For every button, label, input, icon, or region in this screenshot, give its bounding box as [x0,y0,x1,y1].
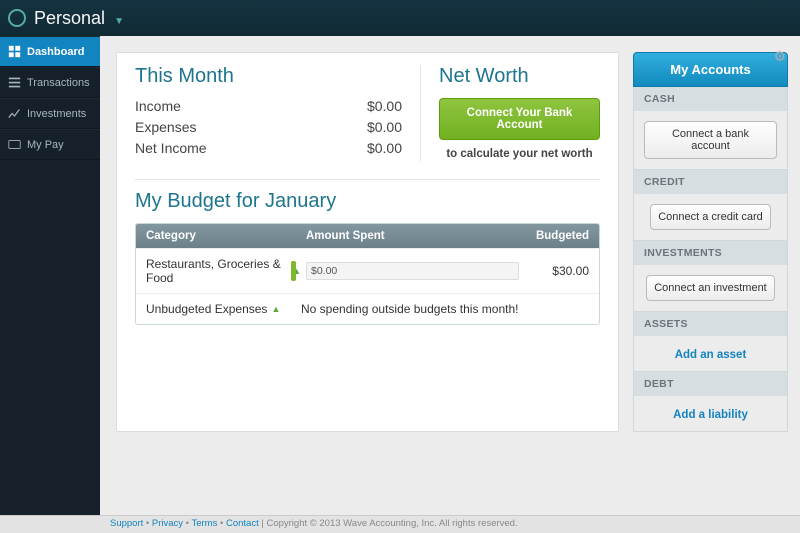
transactions-icon [8,76,21,89]
section-label: ASSETS [634,312,787,336]
gear-icon[interactable]: ⚙ [773,48,786,65]
net-worth-title: Net Worth [439,65,600,88]
unbudgeted-msg: No spending outside budgets this month! [301,302,519,316]
footer-link-support[interactable]: Support [110,518,143,529]
sidebar-item-dashboard[interactable]: Dashboard [0,36,100,67]
budget-table: Category Amount Spent Budgeted Restauran… [135,223,600,325]
dashboard-icon [8,45,21,58]
budget-header: Category Amount Spent Budgeted [136,224,599,248]
budgeted-value: $30.00 [519,264,589,278]
sidebar-item-mypay[interactable]: My Pay [0,129,100,160]
add-asset-link[interactable]: Add an asset [675,349,747,361]
accounts-section-cash: CASH Connect a bank account [633,87,788,170]
connect-credit-card-button[interactable]: Connect a credit card [650,204,771,230]
footer-link-terms[interactable]: Terms [191,518,217,529]
section-label: INVESTMENTS [634,241,787,265]
sidebar-item-label: My Pay [27,139,64,151]
chevron-down-icon: ▼ [114,16,124,27]
sidebar-item-investments[interactable]: Investments [0,98,100,129]
this-month-title: This Month [135,65,402,88]
sidebar-item-label: Transactions [27,77,90,89]
connect-bank-button[interactable]: Connect Your Bank Account [439,98,600,140]
netincome-row: Net Income$0.00 [135,140,402,156]
add-liability-link[interactable]: Add a liability [673,409,748,421]
accounts-title[interactable]: My Accounts [633,52,788,87]
footer: Support • Privacy • Terms • Contact | Co… [0,515,800,533]
sidebar-item-label: Investments [27,108,86,120]
net-worth-subtext: to calculate your net worth [439,148,600,160]
footer-link-contact[interactable]: Contact [226,518,259,529]
main-content: ⚙ This Month Income$0.00 Expenses$0.00 N… [100,36,800,515]
workspace-switcher[interactable]: Personal ▼ [34,8,124,29]
accounts-panel: My Accounts CASH Connect a bank account … [633,52,788,432]
unbudgeted-label: Unbudgeted Expenses [146,302,267,316]
col-category: Category [146,230,306,242]
accounts-section-assets: ASSETS Add an asset [633,312,788,372]
footer-copyright: | Copyright © 2013 Wave Accounting, Inc.… [261,518,517,529]
footer-link-privacy[interactable]: Privacy [152,518,183,529]
col-amount-spent: Amount Spent [306,230,519,242]
expenses-row: Expenses$0.00 [135,119,402,135]
investments-icon [8,107,21,120]
budget-title: My Budget for January [135,190,600,213]
section-label: DEBT [634,372,787,396]
accounts-section-investments: INVESTMENTS Connect an investment [633,241,788,312]
section-label: CASH [634,87,787,111]
sidebar: Dashboard Transactions Investments My Pa… [0,36,100,515]
net-worth-panel: Net Worth Connect Your Bank Account to c… [420,65,600,161]
amount-spent-bar: $0.00 [306,262,519,280]
sidebar-item-label: Dashboard [27,46,84,58]
connect-investment-button[interactable]: Connect an investment [646,275,775,301]
section-label: CREDIT [634,170,787,194]
this-month-panel: This Month Income$0.00 Expenses$0.00 Net… [135,65,420,161]
col-budgeted: Budgeted [519,230,589,242]
expand-icon: ▲ [271,304,280,314]
connect-bank-account-button[interactable]: Connect a bank account [644,121,777,159]
app-logo-icon [8,9,26,27]
progress-bar-icon [291,261,296,281]
income-row: Income$0.00 [135,98,402,114]
main-card: This Month Income$0.00 Expenses$0.00 Net… [116,52,619,432]
budget-panel: My Budget for January Category Amount Sp… [135,179,600,325]
accounts-section-credit: CREDIT Connect a credit card [633,170,788,241]
topbar: Personal ▼ [0,0,800,36]
budget-category: Restaurants, Groceries & Food [146,257,288,285]
sidebar-item-transactions[interactable]: Transactions [0,67,100,98]
unbudgeted-row[interactable]: Unbudgeted Expenses ▲ No spending outside… [136,293,599,324]
accounts-section-debt: DEBT Add a liability [633,372,788,432]
budget-row[interactable]: Restaurants, Groceries & Food▲ $0.00 $30… [136,248,599,293]
mypay-icon [8,138,21,151]
